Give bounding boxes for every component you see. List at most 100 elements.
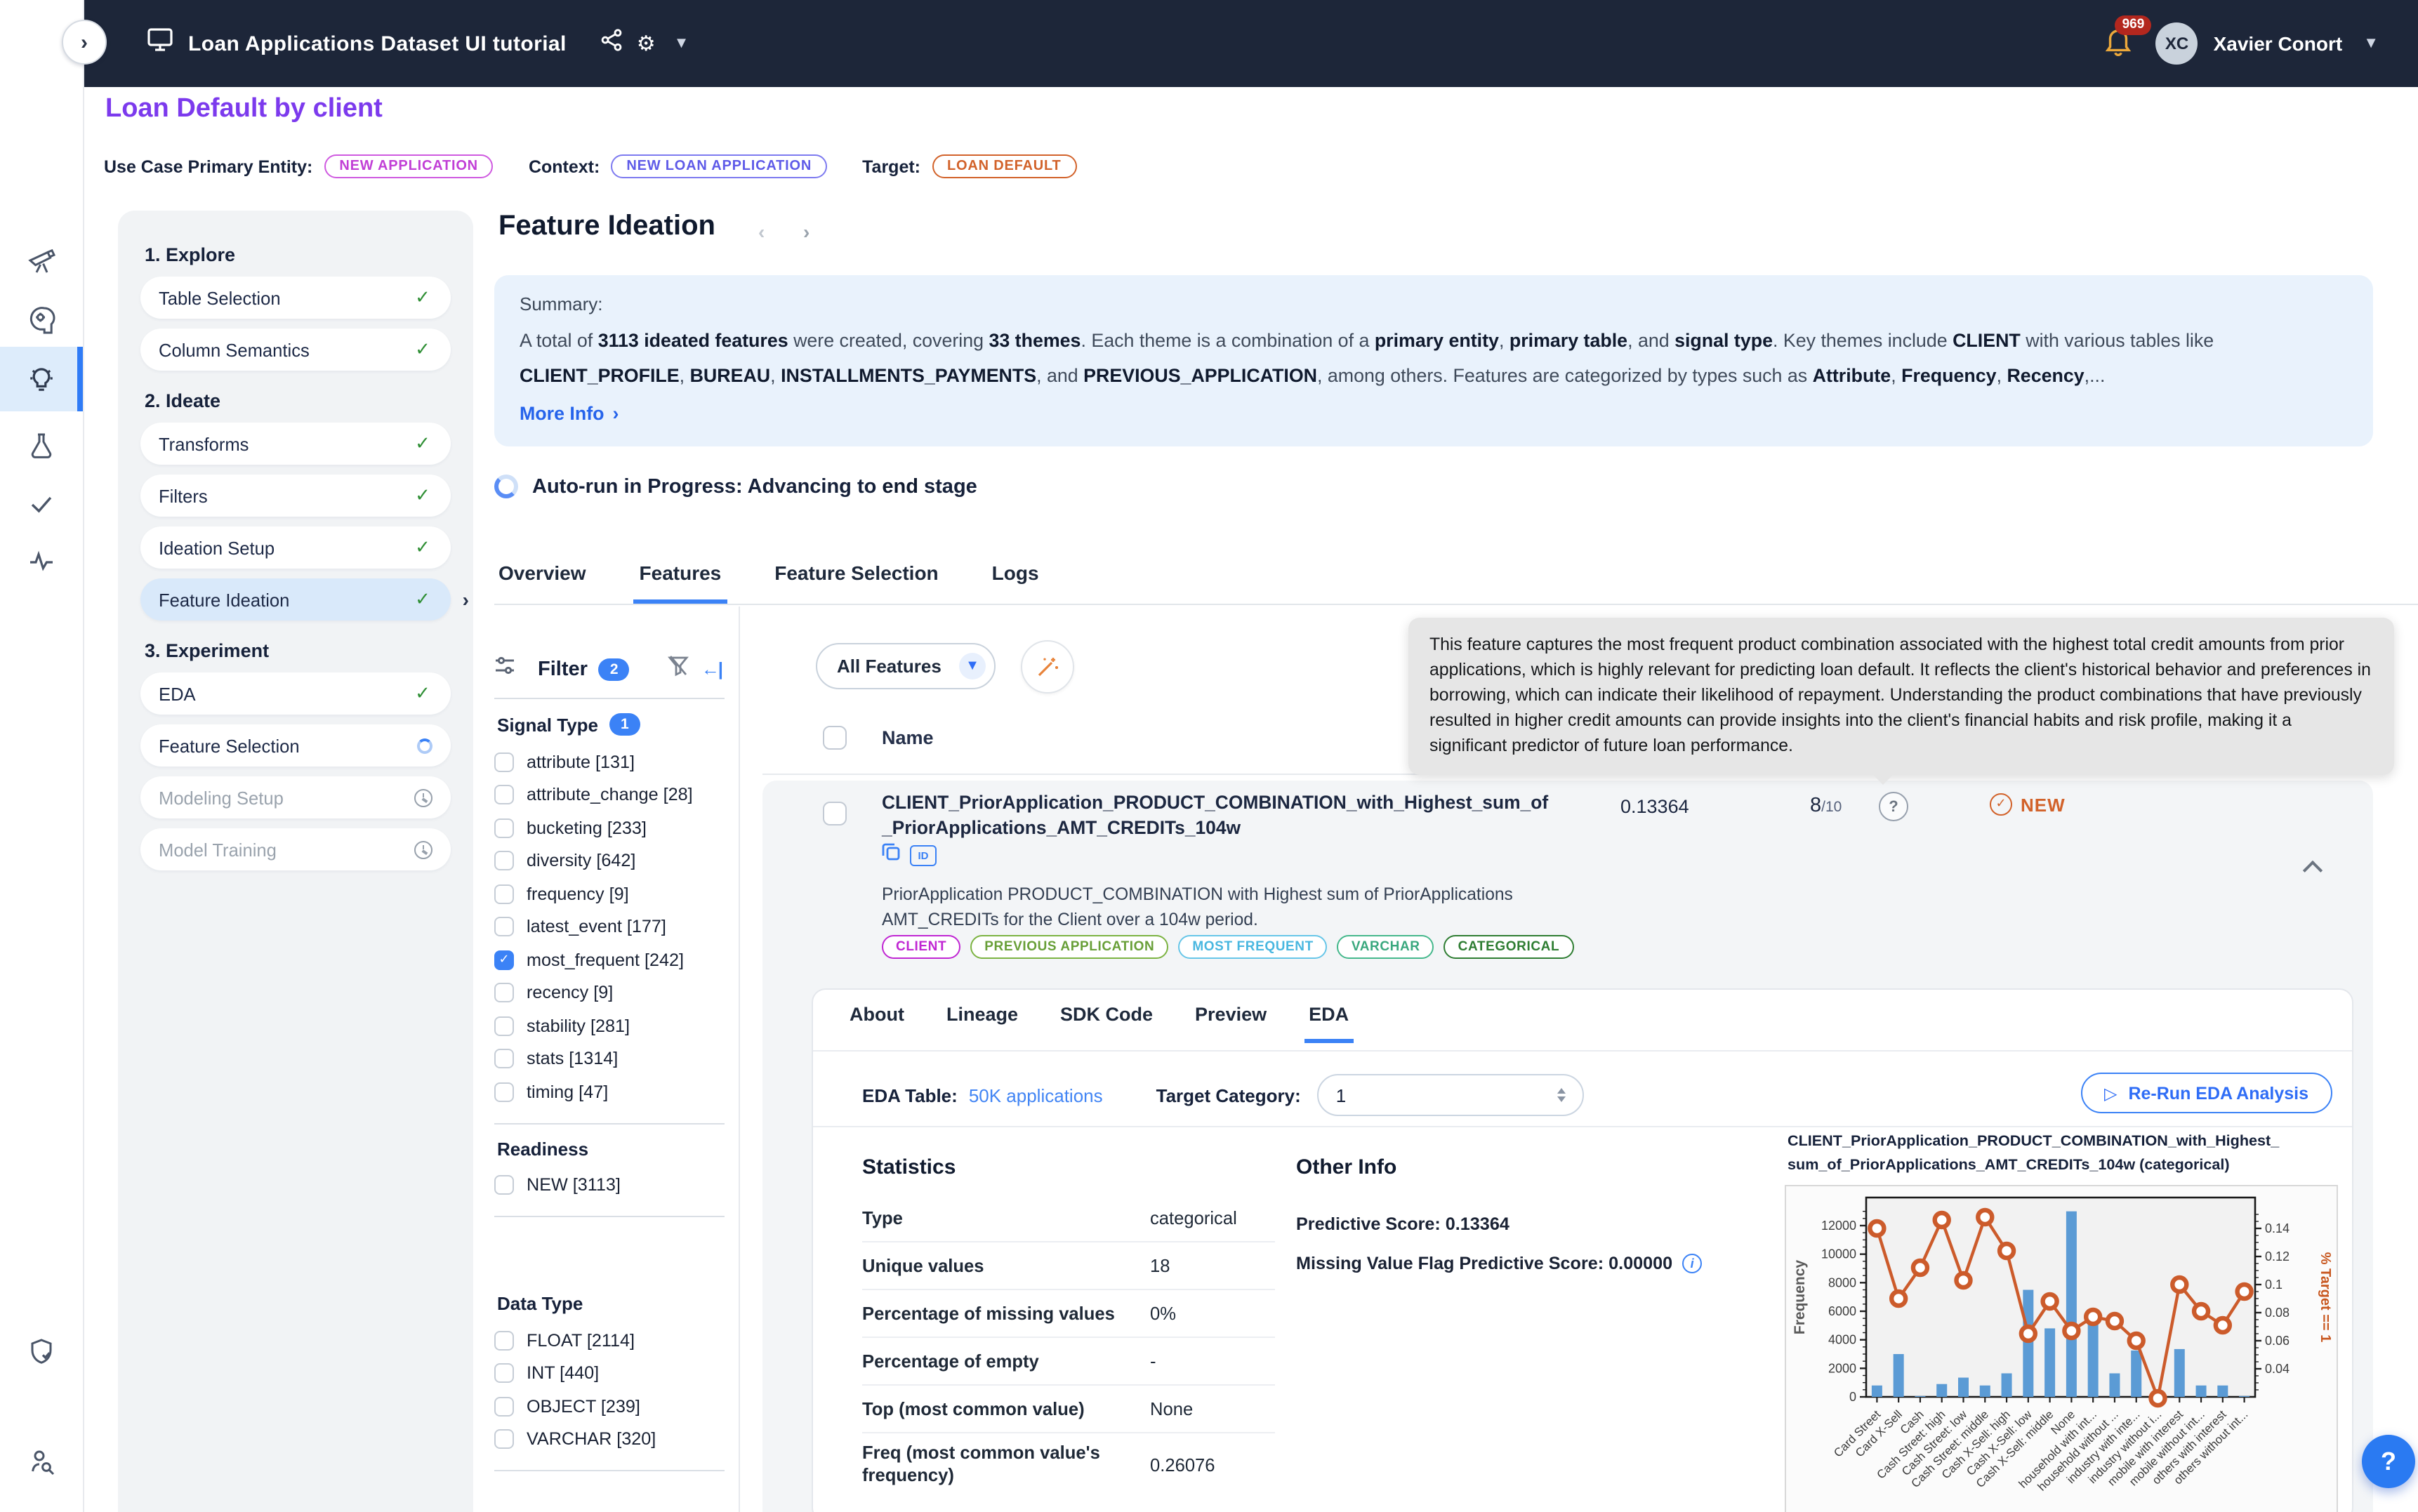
filter-option-recency[interactable]: recency [9]: [494, 976, 739, 1009]
checkbox[interactable]: [494, 917, 514, 937]
checkbox[interactable]: [494, 983, 514, 1003]
tab-features[interactable]: Features: [640, 562, 722, 604]
checkbox[interactable]: [494, 1364, 514, 1384]
clear-filters-icon[interactable]: [668, 654, 690, 684]
magic-wand-button[interactable]: [1021, 640, 1074, 694]
filter-option-latest_event[interactable]: latest_event [177]: [494, 910, 739, 943]
gear-icon[interactable]: ⚙: [637, 31, 656, 56]
filter-option-attribute_change[interactable]: attribute_change [28]: [494, 778, 739, 811]
detail-tab-about[interactable]: About: [850, 1004, 904, 1043]
help-question-icon[interactable]: ?: [1879, 792, 1908, 821]
sidebar-item-transforms[interactable]: Transforms: [140, 423, 451, 465]
filter-option-float[interactable]: FLOAT [2114]: [494, 1324, 739, 1357]
sidebar-item-modeling-setup[interactable]: Modeling Setup: [140, 776, 451, 818]
relevance-score: 8/10: [1810, 793, 1842, 818]
filter-option-most_frequent[interactable]: most_frequent [242]: [494, 943, 739, 976]
filter-option-stats[interactable]: stats [1314]: [494, 1042, 739, 1075]
feature-tooltip: This feature captures the most frequent …: [1408, 618, 2394, 775]
filter-option-frequency[interactable]: frequency [9]: [494, 877, 739, 910]
user-menu-caret-icon[interactable]: ▼: [2363, 35, 2379, 52]
filter-option-new[interactable]: NEW [3113]: [494, 1169, 739, 1202]
checkbox[interactable]: [494, 1397, 514, 1417]
expand-sidebar-button[interactable]: ›: [62, 20, 107, 65]
filter-option-diversity[interactable]: diversity [642]: [494, 844, 739, 877]
info-icon[interactable]: i: [1682, 1254, 1702, 1273]
checkbox[interactable]: [494, 1430, 514, 1450]
checkbox[interactable]: [494, 1331, 514, 1351]
app-window: Loan Applications Dataset UI tutorial ⚙ …: [0, 0, 2418, 1512]
target-badge[interactable]: LOAN DEFAULT: [932, 154, 1077, 178]
detail-tab-lineage[interactable]: Lineage: [946, 1004, 1018, 1043]
checkbox[interactable]: [494, 785, 514, 805]
select-all-checkbox[interactable]: [823, 726, 847, 750]
checkbox[interactable]: [494, 1049, 514, 1069]
sidebar-item-column-semantics[interactable]: Column Semantics: [140, 329, 451, 371]
experiment-flask-icon[interactable]: [0, 414, 83, 476]
checkbox[interactable]: [494, 1016, 514, 1036]
id-icon[interactable]: ID: [910, 844, 937, 866]
sidebar-item-model-training[interactable]: Model Training: [140, 828, 451, 870]
chevron-down-icon[interactable]: ▼: [674, 35, 689, 52]
collapse-row-chevron-icon[interactable]: [2304, 859, 2321, 876]
filter-option-label: VARCHAR [320]: [527, 1430, 656, 1450]
sidebar-item-ideation-setup[interactable]: Ideation Setup: [140, 526, 451, 569]
filter-option-stability[interactable]: stability [281]: [494, 1009, 739, 1042]
validate-check-icon[interactable]: [0, 472, 83, 533]
filter-option-bucketing[interactable]: bucketing [233]: [494, 811, 739, 844]
entity-badge[interactable]: NEW APPLICATION: [324, 154, 494, 178]
sidebar-item-feature-ideation[interactable]: Feature Ideation: [140, 578, 451, 621]
tab-logs[interactable]: Logs: [992, 562, 1039, 604]
row-checkbox[interactable]: [823, 802, 847, 825]
checkbox[interactable]: [494, 1082, 514, 1102]
filter-option-int[interactable]: INT [440]: [494, 1357, 739, 1390]
checkbox[interactable]: [494, 851, 514, 871]
sidebar-item-table-selection[interactable]: Table Selection: [140, 277, 451, 319]
tab-overview[interactable]: Overview: [498, 562, 586, 604]
prev-step-chevron-icon[interactable]: ‹: [758, 220, 765, 243]
copy-icon[interactable]: [882, 842, 900, 868]
checkbox[interactable]: [494, 884, 514, 904]
collapse-panel-icon[interactable]: ←|: [701, 658, 722, 679]
checkbox[interactable]: [494, 1176, 514, 1195]
feature-scope-dropdown[interactable]: All Features ▼: [816, 643, 996, 689]
tab-feature-selection[interactable]: Feature Selection: [774, 562, 938, 604]
filter-option-timing[interactable]: timing [47]: [494, 1075, 739, 1108]
top-bar: Loan Applications Dataset UI tutorial ⚙ …: [83, 0, 2418, 87]
target-category-select[interactable]: 1: [1318, 1074, 1585, 1116]
monitoring-activity-icon[interactable]: [0, 529, 83, 591]
left-icon-rail: [0, 0, 84, 1512]
feature-row[interactable]: CLIENT_PriorApplication_PRODUCT_COMBINAT…: [762, 781, 2373, 1512]
tag-client: CLIENT: [882, 935, 960, 959]
workspace-title: Loan Applications Dataset UI tutorial: [188, 32, 567, 55]
context-badge[interactable]: NEW LOAN APPLICATION: [611, 154, 827, 178]
sidebar-item-feature-selection[interactable]: Feature Selection: [140, 724, 451, 767]
autorun-status: Auto-run in Progress: Advancing to end s…: [494, 475, 977, 498]
rerun-eda-button[interactable]: ▷ Re-Run EDA Analysis: [2080, 1073, 2332, 1113]
security-shield-icon[interactable]: [0, 1320, 83, 1381]
detail-tab-preview[interactable]: Preview: [1195, 1004, 1267, 1043]
detail-tab-sdk-code[interactable]: SDK Code: [1060, 1004, 1153, 1043]
explore-telescope-icon[interactable]: [0, 227, 83, 289]
feature-ideation-lightbulb-icon[interactable]: [0, 348, 83, 410]
sidebar-item-filters[interactable]: Filters: [140, 475, 451, 517]
eda-table-link[interactable]: 50K applications: [969, 1085, 1103, 1106]
next-step-chevron-icon[interactable]: ›: [803, 220, 810, 243]
filter-option-attribute[interactable]: attribute [131]: [494, 745, 739, 778]
more-info-link[interactable]: More Info›: [520, 403, 619, 424]
checkbox[interactable]: [494, 818, 514, 838]
filter-option-object[interactable]: OBJECT [239]: [494, 1390, 739, 1423]
checkbox[interactable]: [494, 752, 514, 772]
notifications-bell[interactable]: 969: [2104, 25, 2141, 62]
statistics-row: Percentage of empty-: [862, 1338, 1275, 1386]
avatar[interactable]: XC: [2156, 22, 2198, 65]
filter-option-varchar[interactable]: VARCHAR [320]: [494, 1423, 739, 1456]
checkbox[interactable]: [494, 950, 514, 970]
feature-name[interactable]: CLIENT_PriorApplication_PRODUCT_COMBINAT…: [882, 790, 1548, 841]
ideate-brain-icon[interactable]: [0, 288, 83, 350]
detail-tab-eda[interactable]: EDA: [1309, 1004, 1349, 1043]
help-fab-button[interactable]: ?: [2362, 1435, 2415, 1488]
user-search-icon[interactable]: [0, 1429, 83, 1491]
stat-value: 0%: [1150, 1303, 1176, 1324]
share-icon[interactable]: [600, 28, 624, 59]
sidebar-item-eda[interactable]: EDA: [140, 672, 451, 715]
